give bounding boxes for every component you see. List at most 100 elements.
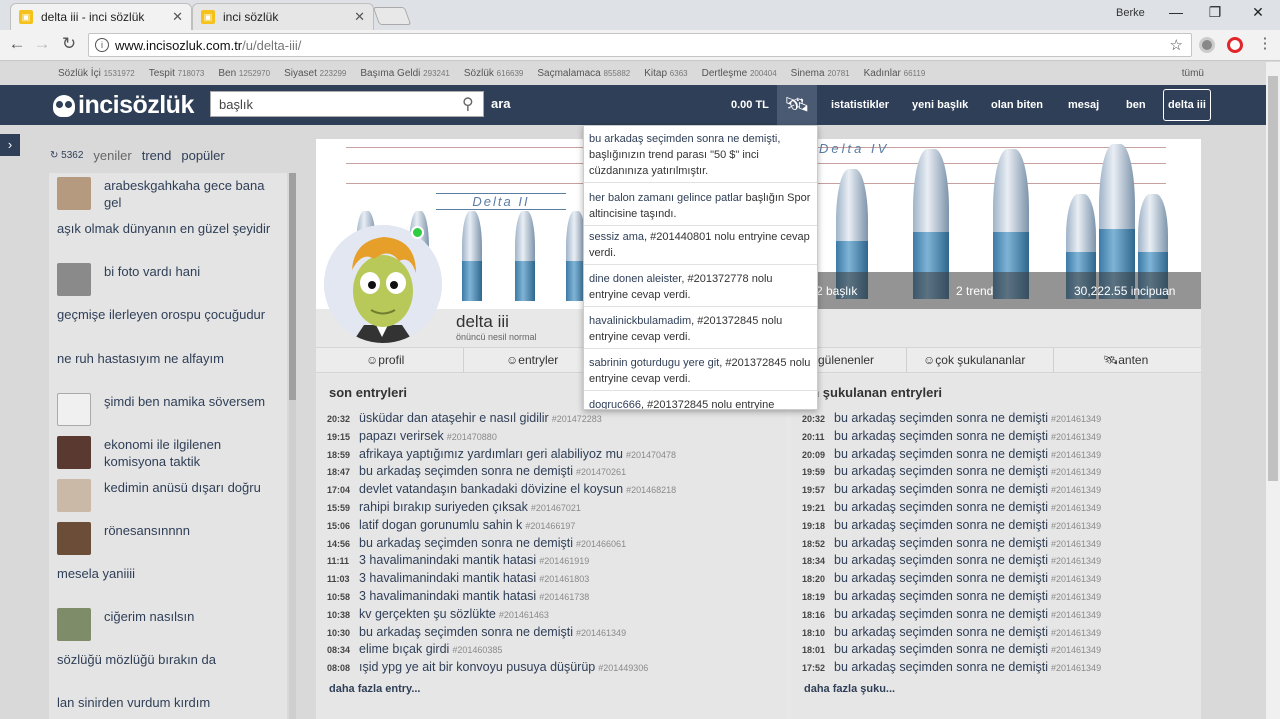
entry-title[interactable]: ışid ypg ye ait bir konvoyu pusuya düşür… xyxy=(359,660,595,674)
forward-icon[interactable]: → xyxy=(31,34,53,54)
entry-id[interactable]: #201449306 xyxy=(598,663,648,673)
table-row[interactable]: 19:15 papazı verirsek #201470880 xyxy=(327,429,497,443)
entry-title[interactable]: latif dogan gorunumlu sahin k xyxy=(359,518,522,532)
nav-me[interactable]: ben xyxy=(1126,99,1146,111)
category-link[interactable]: Tespit 718073 xyxy=(149,68,205,79)
search-input[interactable]: başlık xyxy=(210,91,484,117)
info-icon[interactable]: i xyxy=(95,38,109,52)
entry-id[interactable]: #201460385 xyxy=(452,645,502,655)
entry-title[interactable]: kv gerçekten şu sözlükte xyxy=(359,607,496,621)
trend-count[interactable]: 2 trend xyxy=(956,284,993,298)
table-row[interactable]: 20:32 üsküdar dan ataşehir e nasıl gidili… xyxy=(327,411,602,425)
entry-title[interactable]: elime bıçak girdi xyxy=(359,642,449,656)
category-link[interactable]: Dertleşme 200404 xyxy=(702,68,777,79)
table-row[interactable]: 18:59 afrikaya yaptığımız yardımları geri… xyxy=(327,447,676,461)
entry-title[interactable]: rahipi bırakıp suriyeden çıksak xyxy=(359,500,528,514)
table-row[interactable]: 19:18 bu arkadaş seçimden sonra ne demişt… xyxy=(802,518,1101,532)
entry-title[interactable]: bu arkadaş seçimden sonra ne demişti xyxy=(834,411,1048,425)
tab-trend[interactable]: trend xyxy=(142,148,172,163)
notification-item[interactable]: dine donen aleister, #201372778 nolu ent… xyxy=(584,268,817,307)
opera-extension-icon[interactable] xyxy=(1227,37,1243,53)
page-scrollbar[interactable] xyxy=(1266,62,1280,719)
category-link[interactable]: Kitap 6363 xyxy=(644,68,687,79)
entry-title[interactable]: bu arkadaş seçimden sonra ne demişti xyxy=(834,607,1048,621)
table-row[interactable]: 18:10 bu arkadaş seçimden sonra ne demişt… xyxy=(802,625,1101,639)
address-bar[interactable]: i www.incisozluk.com.tr/u/delta-iii/ ☆ xyxy=(88,33,1192,57)
entry-title[interactable]: bu arkadaş seçimden sonra ne demişti xyxy=(359,625,573,639)
table-row[interactable]: 08:34 elime bıçak girdi #201460385 xyxy=(327,642,502,656)
incipuan-score[interactable]: 30,222.55 incipuan xyxy=(1074,284,1175,298)
entry-id[interactable]: #201461349 xyxy=(1051,645,1101,655)
table-row[interactable]: 18:20 bu arkadaş seçimden sonra ne demişt… xyxy=(802,571,1101,585)
table-row[interactable]: 20:09 bu arkadaş seçimden sonra ne demişt… xyxy=(802,447,1101,461)
table-row[interactable]: 15:06 latif dogan gorunumlu sahin k #20146… xyxy=(327,518,575,532)
entry-title[interactable]: papazı verirsek xyxy=(359,429,444,443)
entry-title[interactable]: 3 havalimanindaki mantik hatasi xyxy=(359,571,536,585)
close-tab-icon[interactable]: ✕ xyxy=(354,9,365,25)
notification-item[interactable]: sabrinin goturdugu yere git, #201372845 … xyxy=(584,352,817,391)
notification-item[interactable]: sessiz ama, #201440801 nolu entryine cev… xyxy=(584,226,817,265)
table-row[interactable]: 17:04 devlet vatandaşın bankadaki dövizin… xyxy=(327,482,676,496)
entry-title[interactable]: bu arkadaş seçimden sonra ne demişti xyxy=(834,660,1048,674)
user-profile-button[interactable]: delta iii xyxy=(1163,89,1211,121)
category-link[interactable]: Başıma Geldi 293241 xyxy=(360,68,450,79)
entry-id[interactable]: #201470478 xyxy=(626,450,676,460)
avatar[interactable] xyxy=(324,225,442,343)
table-row[interactable]: 19:57 bu arkadaş seçimden sonra ne demişt… xyxy=(802,482,1101,496)
category-link[interactable]: Siyaset 223299 xyxy=(284,68,346,79)
entry-title[interactable]: bu arkadaş seçimden sonra ne demişti xyxy=(834,482,1048,496)
entry-id[interactable]: #201470880 xyxy=(447,432,497,442)
entry-title[interactable]: bu arkadaş seçimden sonra ne demişti xyxy=(834,589,1048,603)
entry-title[interactable]: bu arkadaş seçimden sonra ne demişti xyxy=(834,642,1048,656)
category-link[interactable]: Sözlük İçi 1531972 xyxy=(58,68,135,79)
entry-title[interactable]: bu arkadaş seçimden sonra ne demişti xyxy=(834,464,1048,478)
entry-title[interactable]: üsküdar dan ataşehir e nasıl gidilir xyxy=(359,411,549,425)
entry-id[interactable]: #201467021 xyxy=(531,503,581,513)
search-button[interactable]: ara xyxy=(491,96,511,111)
extension-icon[interactable] xyxy=(1199,37,1215,53)
close-window-icon[interactable]: ✕ xyxy=(1248,4,1268,21)
menu-icon[interactable]: ⋮ xyxy=(1254,34,1276,52)
entry-id[interactable]: #201461349 xyxy=(1051,485,1101,495)
category-link[interactable]: Sinema 20781 xyxy=(791,68,850,79)
category-link[interactable]: Saçmalamaca 855882 xyxy=(537,68,630,79)
notification-link[interactable]: her balon zamanı gelince patlar xyxy=(589,192,742,204)
table-row[interactable]: 18:01 bu arkadaş seçimden sonra ne demişt… xyxy=(802,642,1101,656)
entry-title[interactable]: bu arkadaş seçimden sonra ne demişti xyxy=(834,553,1048,567)
topic-list-scrollbar[interactable] xyxy=(289,173,296,719)
notification-link[interactable]: sabrinin goturdugu yere git xyxy=(589,357,719,369)
topic-count[interactable]: 2 başlık xyxy=(816,284,857,298)
entry-id[interactable]: #201461349 xyxy=(1051,556,1101,566)
back-icon[interactable]: ← xyxy=(6,34,28,54)
nav-statistics[interactable]: istatistikler xyxy=(831,99,889,111)
browser-tab[interactable]: ▣ inci sözlük ✕ xyxy=(192,3,374,30)
entry-title[interactable]: bu arkadaş seçimden sonra ne demişti xyxy=(834,500,1048,514)
sidebar-toggle-icon[interactable]: › xyxy=(0,134,20,156)
maximize-icon[interactable]: ❐ xyxy=(1205,4,1225,21)
entry-id[interactable]: #201461349 xyxy=(1051,628,1101,638)
site-logo[interactable]: incisözlük xyxy=(53,91,194,120)
entry-title[interactable]: bu arkadaş seçimden sonra ne demişti xyxy=(834,429,1048,443)
entry-id[interactable]: #201461349 xyxy=(1051,503,1101,513)
entry-id[interactable]: #201470261 xyxy=(576,467,626,477)
table-row[interactable]: 15:59 rahipi bırakıp suriyeden çıksak #201… xyxy=(327,500,581,514)
more-likes-link[interactable]: daha fazla şuku... xyxy=(804,683,895,695)
more-entries-link[interactable]: daha fazla entry... xyxy=(329,683,421,695)
table-row[interactable]: 18:16 bu arkadaş seçimden sonra ne demişt… xyxy=(802,607,1101,621)
entry-title[interactable]: 3 havalimanindaki mantik hatasi xyxy=(359,589,536,603)
entry-title[interactable]: afrikaya yaptığımız yardımları geri alab… xyxy=(359,447,623,461)
entry-id[interactable]: #201461349 xyxy=(1051,663,1101,673)
notification-link[interactable]: dogruc666 xyxy=(589,399,641,409)
table-row[interactable]: 08:08 ışid ypg ye ait bir konvoyu pusuya … xyxy=(327,660,648,674)
new-tab-button[interactable] xyxy=(372,7,412,25)
search-icon[interactable]: ⚲ xyxy=(462,94,474,114)
notification-item[interactable]: dogruc666, #201372845 nolu entryine xyxy=(584,394,817,409)
browser-tab-active[interactable]: ▣ delta iii - inci sözlük ✕ xyxy=(10,3,192,30)
category-link[interactable]: Sözlük 616639 xyxy=(464,68,524,79)
table-row[interactable]: 10:38 kv gerçekten şu sözlükte #201461463 xyxy=(327,607,549,621)
entry-id[interactable]: #201466197 xyxy=(525,521,575,531)
tab-entries[interactable]: ☺entryler xyxy=(506,353,558,367)
satellite-notifications-icon[interactable]: 🛰 xyxy=(777,85,817,125)
tab-profile[interactable]: ☺profil xyxy=(366,353,404,367)
entry-title[interactable]: devlet vatandaşın bankadaki dövizine el … xyxy=(359,482,623,496)
